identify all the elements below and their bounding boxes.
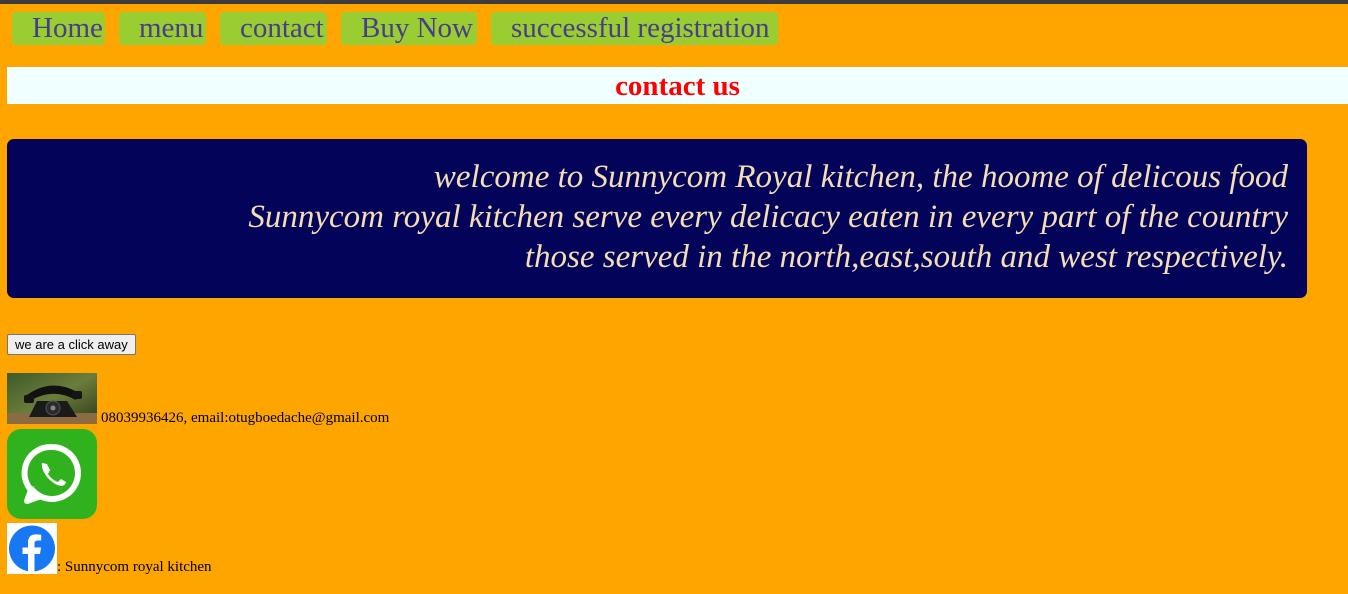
nav-contact[interactable]: contact bbox=[220, 12, 327, 45]
welcome-line-3: those served in the north,east,south and… bbox=[524, 239, 1288, 275]
nav-successful-registration[interactable]: successful registration bbox=[491, 12, 778, 45]
welcome-line-1: welcome to Sunnycom Royal kitchen, the h… bbox=[433, 159, 1288, 195]
contact-details: 08039936426, email:otugboedache@gmail.co… bbox=[101, 410, 390, 426]
page-title: contact us bbox=[615, 70, 740, 102]
telephone-icon bbox=[7, 373, 97, 424]
whatsapp-icon bbox=[7, 429, 97, 519]
nav-home[interactable]: Home bbox=[12, 12, 105, 45]
facebook-link[interactable] bbox=[7, 523, 57, 574]
welcome-banner: welcome to Sunnycom Royal kitchen, the h… bbox=[7, 139, 1307, 298]
page-heading-bar: contact us bbox=[7, 67, 1348, 104]
nav-buy-now[interactable]: Buy Now bbox=[341, 12, 477, 45]
welcome-line-2: Sunnycom royal kitchen serve every delic… bbox=[248, 199, 1288, 235]
facebook-icon bbox=[7, 523, 57, 574]
nav-menu[interactable]: menu bbox=[119, 12, 206, 45]
browser-top-edge bbox=[0, 0, 1348, 4]
facebook-page-name: : Sunnycom royal kitchen bbox=[57, 559, 212, 575]
click-away-button[interactable]: we are a click away bbox=[7, 334, 136, 355]
whatsapp-link[interactable] bbox=[7, 429, 97, 519]
